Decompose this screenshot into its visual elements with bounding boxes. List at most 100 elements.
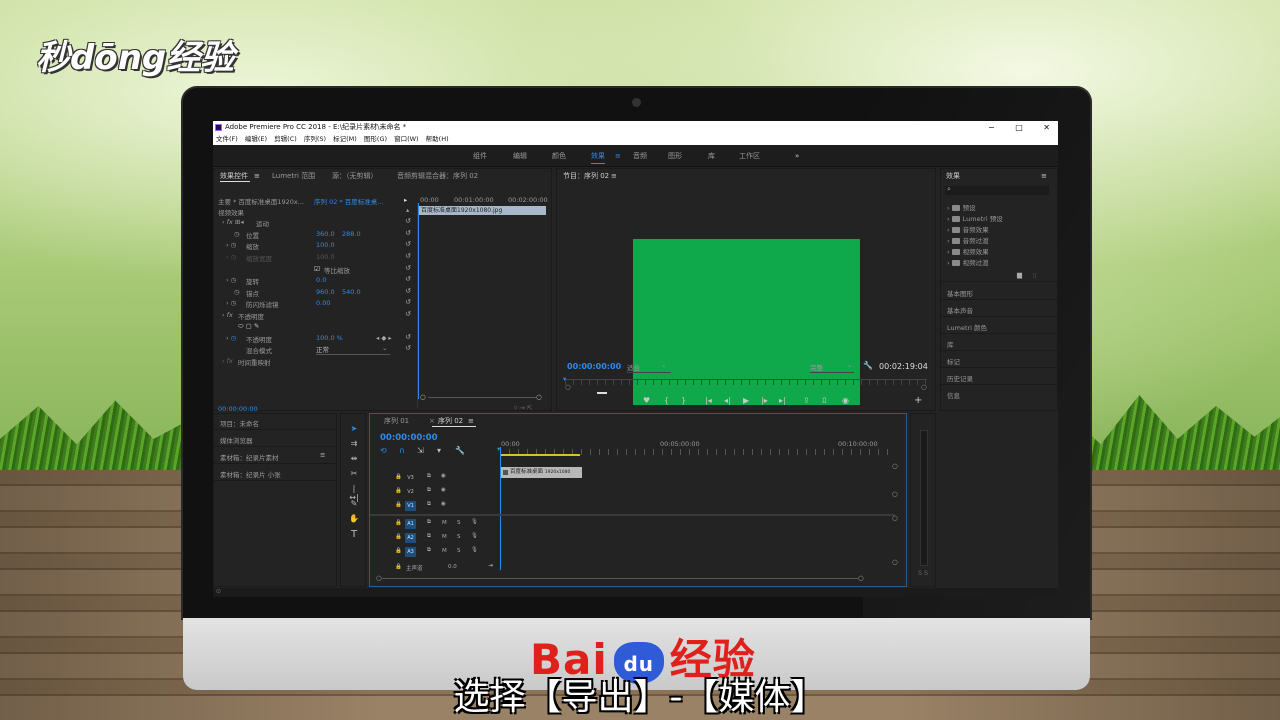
- blend-mode-select[interactable]: 正常: [316, 344, 390, 355]
- workspace-editing[interactable]: 编辑: [513, 145, 527, 167]
- tab-project[interactable]: 项目：未命名: [220, 418, 259, 428]
- antiflicker-value[interactable]: 0.00: [316, 299, 330, 307]
- lock-icon[interactable]: 🔒: [395, 534, 402, 540]
- workspace-menu-icon[interactable]: ≡: [615, 145, 621, 167]
- linked-selection-icon[interactable]: ⇲: [417, 446, 424, 455]
- ec-filter-icons[interactable]: ▿ ⇥ ⇱: [514, 404, 532, 412]
- workspace-effects[interactable]: 效果: [591, 145, 605, 167]
- workspace-graphics[interactable]: 图形: [668, 145, 682, 167]
- rotation-expand-icon[interactable]: › ◷: [226, 276, 236, 284]
- mark-in-icon[interactable]: {: [664, 396, 669, 405]
- scale-expand-icon[interactable]: › ◷: [226, 241, 236, 249]
- tab-media-browser[interactable]: 媒体浏览器: [220, 435, 253, 445]
- mark-out-icon[interactable]: }: [681, 396, 686, 405]
- bin-menu-icon[interactable]: ≡: [320, 451, 325, 459]
- delete-icon[interactable]: ▯: [1033, 271, 1037, 279]
- monitor-menu-icon[interactable]: ≡: [611, 170, 617, 182]
- type-tool-icon[interactable]: T: [348, 529, 360, 540]
- camera-icon[interactable]: ◉: [842, 396, 849, 405]
- add-marker-icon[interactable]: ▾: [437, 446, 441, 455]
- track-a3-label[interactable]: A3: [405, 547, 416, 557]
- reset-scale-width-icon[interactable]: ↺: [405, 252, 411, 260]
- program-timecode[interactable]: 00:00:00:00: [567, 362, 621, 371]
- meter-solo-left[interactable]: S: [918, 569, 922, 577]
- menu-window[interactable]: 窗口(W): [394, 135, 419, 143]
- tab-source[interactable]: 源：（无剪辑）: [332, 170, 378, 182]
- show-timeline-icon[interactable]: ▸: [404, 196, 407, 204]
- meter-solo-right[interactable]: S: [924, 569, 928, 577]
- timeline-clip[interactable]: 百度标准桌面 1920x1080: [501, 467, 582, 478]
- playhead-handle-icon[interactable]: ▾: [497, 445, 500, 453]
- go-to-end-icon[interactable]: ⇥: [488, 563, 493, 569]
- tree-item-video-effects[interactable]: › 视频效果: [947, 246, 989, 256]
- reset-blend-icon[interactable]: ↺: [405, 344, 411, 352]
- razor-tool-icon[interactable]: ✂: [348, 469, 360, 478]
- reset-motion-icon[interactable]: ↺: [405, 217, 411, 225]
- effects-menu-icon[interactable]: ≡: [1041, 170, 1047, 182]
- tab-sequence-01[interactable]: 序列 01: [384, 415, 409, 427]
- ec-zoom-track[interactable]: [428, 397, 536, 398]
- stopwatch-icon[interactable]: ◷: [234, 230, 240, 238]
- opacity-expand-icon[interactable]: › ◷: [226, 334, 236, 342]
- program-monitor-title[interactable]: 节目：序列 02: [563, 170, 609, 182]
- panel-menu-icon[interactable]: ≡: [254, 170, 260, 182]
- quality-chevron-icon[interactable]: ⌄: [847, 361, 852, 369]
- h-scroll-right-handle[interactable]: ○: [858, 574, 864, 582]
- reset-uniform-icon[interactable]: ↺: [405, 264, 411, 272]
- pen-tool-icon[interactable]: ✎: [348, 499, 360, 508]
- workspace-workspaces[interactable]: 工作区: [739, 145, 760, 167]
- sync-lock-icon[interactable]: ⧉: [427, 487, 431, 494]
- mic-icon[interactable]: 🎙: [471, 519, 478, 525]
- program-playhead-icon[interactable]: ▾: [563, 375, 566, 383]
- reset-anchor-icon[interactable]: ↺: [405, 287, 411, 295]
- chevron-down-icon[interactable]: ⌄: [382, 344, 387, 352]
- selection-tool-icon[interactable]: ➤: [348, 424, 360, 433]
- workspace-overflow-icon[interactable]: »: [795, 145, 799, 167]
- ec-timecode[interactable]: 00:00:00:00: [218, 405, 258, 413]
- eye-icon[interactable]: ◉: [441, 487, 446, 493]
- add-marker-icon[interactable]: ♥: [643, 396, 650, 405]
- ec-playhead[interactable]: [418, 203, 419, 399]
- timeline-timecode[interactable]: 00:00:00:00: [380, 433, 438, 443]
- reset-opacity-icon[interactable]: ↺: [405, 333, 411, 341]
- keyframe-nav-icon[interactable]: ◂ ◆ ▸: [376, 334, 392, 342]
- a-scroll-bottom-handle[interactable]: ○: [892, 558, 898, 566]
- reset-opacity-group-icon[interactable]: ↺: [405, 310, 411, 318]
- track-v2-label[interactable]: V2: [405, 487, 416, 497]
- menu-clip[interactable]: 剪辑(C): [274, 135, 297, 143]
- menu-marker[interactable]: 标记(M): [333, 135, 357, 143]
- lock-icon[interactable]: 🔒: [395, 502, 402, 508]
- anchor-x-value[interactable]: 960.0: [316, 288, 335, 296]
- lock-icon[interactable]: 🔒: [395, 488, 402, 494]
- panel-essential-graphics[interactable]: 基本图形: [947, 288, 973, 298]
- program-zoom-left-handle[interactable]: ○: [565, 383, 571, 391]
- antiflicker-expand-icon[interactable]: › ◷: [226, 299, 236, 307]
- timeline-settings-icon[interactable]: 🔧: [455, 446, 465, 455]
- maximize-button[interactable]: □: [1015, 123, 1023, 132]
- ripple-edit-tool-icon[interactable]: ⇹: [348, 454, 360, 463]
- mask-tools-icon[interactable]: ⬭ ▢ ✎: [238, 322, 259, 331]
- close-button[interactable]: ✕: [1043, 123, 1050, 132]
- tree-item-audio-transitions[interactable]: › 音频过渡: [947, 235, 989, 245]
- tree-item-audio-effects[interactable]: › 音频效果: [947, 224, 989, 234]
- track-a2-label[interactable]: A2: [405, 533, 416, 543]
- reset-scale-icon[interactable]: ↺: [405, 240, 411, 248]
- scroll-up-icon[interactable]: ▴: [406, 206, 409, 214]
- fit-chevron-icon[interactable]: ⌄: [661, 361, 666, 369]
- menu-graphics[interactable]: 图形(G): [364, 135, 387, 143]
- v-scroll-top-handle[interactable]: ○: [892, 462, 898, 470]
- tab-audio-clip-mixer[interactable]: 音频剪辑混合器：序列 02: [397, 170, 478, 182]
- program-ruler[interactable]: [565, 379, 927, 385]
- anchor-y-value[interactable]: 540.0: [342, 288, 361, 296]
- add-button-icon[interactable]: +: [914, 395, 922, 406]
- reset-rotation-icon[interactable]: ↺: [405, 275, 411, 283]
- scale-value[interactable]: 100.0: [316, 241, 335, 249]
- rotation-value[interactable]: 0.0: [316, 276, 326, 284]
- work-area-bar[interactable]: [500, 454, 580, 456]
- snap-icon[interactable]: ∩: [399, 446, 405, 455]
- sync-lock-icon[interactable]: ⧉: [427, 473, 431, 480]
- mute-button[interactable]: M: [442, 534, 447, 540]
- solo-button[interactable]: S: [457, 520, 461, 526]
- lift-icon[interactable]: ⇪: [803, 396, 810, 405]
- step-back-icon[interactable]: ◂|: [724, 396, 731, 405]
